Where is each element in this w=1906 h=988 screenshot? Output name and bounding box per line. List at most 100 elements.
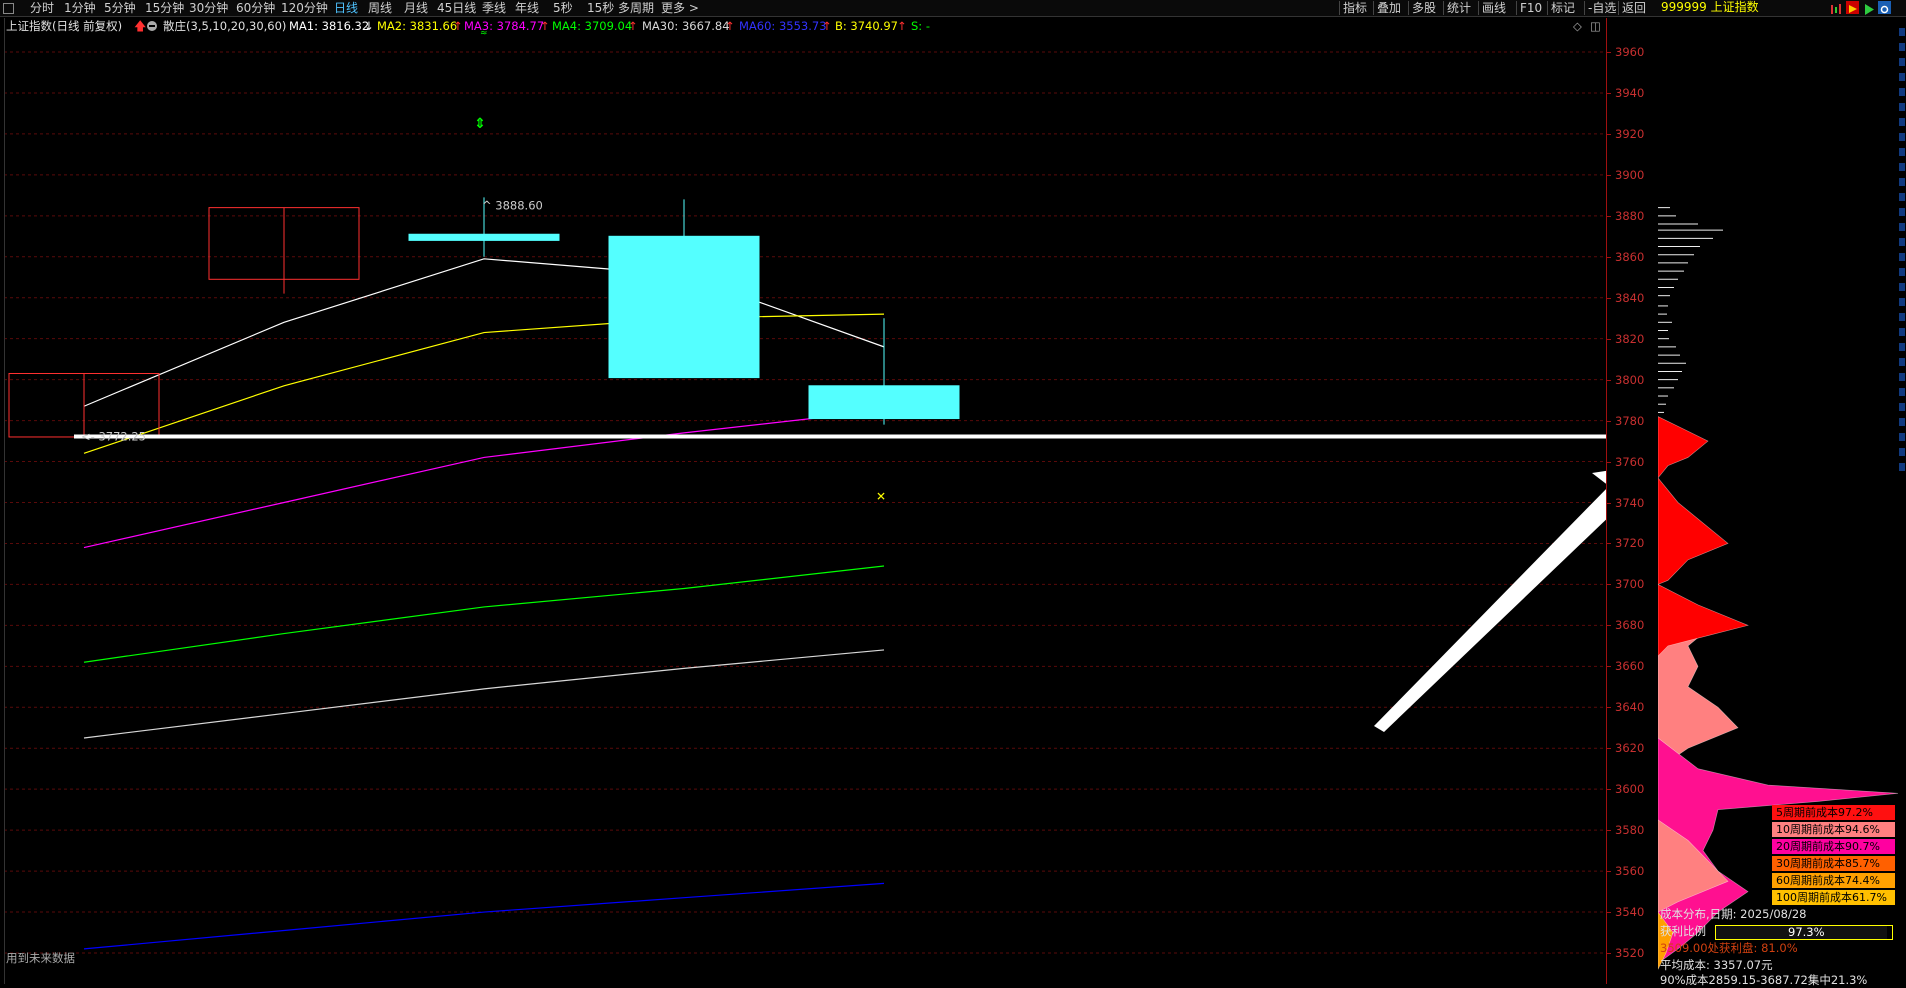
period-tab[interactable]: 季线	[482, 0, 506, 16]
ma-line-ma2	[83, 313, 885, 454]
profit-label: 获利比例	[1660, 924, 1706, 938]
price-tick-mark	[1607, 953, 1611, 954]
side-tool-icon	[1899, 88, 1905, 96]
cost-period-row: 10周期前成本94.6%	[1772, 822, 1895, 837]
price-tick-mark	[1607, 912, 1611, 914]
price-tick: 3920	[1615, 126, 1645, 141]
flag-icon[interactable]	[1846, 1, 1859, 14]
toolbar-button[interactable]: 叠加	[1377, 0, 1401, 16]
side-tool-icon	[1899, 58, 1905, 66]
price-tick-mark	[1607, 215, 1611, 217]
toolbar-button[interactable]: 统计	[1447, 0, 1471, 16]
signal-x-icon: ✕	[876, 489, 886, 503]
price-axis: 3960 3940 3920 3900 3880 3860 3840 3820 3800 3780…	[1606, 18, 1659, 984]
toolbar-button[interactable]: 标记	[1551, 0, 1575, 16]
period-tab[interactable]: 年线	[515, 0, 539, 16]
period-tab[interactable]: 30分钟	[189, 0, 228, 16]
play-icon[interactable]	[1862, 1, 1875, 15]
price-tick: 3800	[1615, 372, 1645, 387]
toolbar-button[interactable]: 返回	[1622, 0, 1646, 16]
period-tab[interactable]: 月线	[404, 0, 428, 16]
price-tick: 3700	[1615, 577, 1645, 592]
price-tick-mark	[1607, 461, 1611, 463]
period-tab[interactable]: 5分钟	[104, 0, 136, 16]
period-tab[interactable]: 120分钟	[281, 0, 328, 16]
price-tick: 3840	[1615, 290, 1645, 305]
price-tick-mark	[1607, 748, 1611, 750]
price-tick-mark	[1607, 174, 1611, 176]
price-tick-mark	[1607, 52, 1611, 53]
period-tab[interactable]: 60分钟	[236, 0, 275, 16]
period-tab[interactable]: 分时	[30, 0, 54, 16]
cost-period-row: 100周期前成本61.7%	[1772, 890, 1895, 905]
price-tick-mark	[1607, 543, 1611, 545]
price-tick: 3880	[1615, 208, 1645, 223]
profit-value: 97.3%	[1788, 925, 1825, 939]
toolbar-separator	[1339, 1, 1340, 15]
side-tool-icon	[1899, 238, 1905, 246]
price-tick-mark	[1607, 133, 1611, 135]
toolbar-separator	[1516, 1, 1517, 15]
toolbar-button[interactable]: 多股	[1412, 0, 1436, 16]
price-tick-mark	[1607, 256, 1611, 258]
toolbar-button[interactable]: F10	[1520, 0, 1542, 16]
price-tick-mark	[1607, 666, 1611, 668]
period-tab[interactable]: 更多 >	[661, 0, 699, 16]
period-tab[interactable]: 5秒	[553, 0, 573, 16]
toolbar-separator	[1547, 1, 1548, 15]
price-tick-mark	[1607, 625, 1611, 627]
side-tool-icon	[1899, 403, 1905, 411]
side-tool-icon	[1899, 298, 1905, 306]
price-tick-mark	[1607, 871, 1611, 873]
toolbar-button[interactable]: -自选	[1588, 0, 1616, 16]
period-tab[interactable]: 45日线	[437, 0, 476, 16]
price-tick-mark	[1607, 338, 1611, 340]
price-tick-mark	[1607, 707, 1611, 709]
dist-date: 成本分布,日期: 2025/08/28	[1660, 907, 1807, 921]
period-tab[interactable]: 周线	[368, 0, 392, 16]
price-tick-mark	[1607, 830, 1611, 832]
price-tick-mark	[1607, 502, 1611, 504]
price-tick: 3540	[1615, 905, 1645, 920]
period-toolbar: 分时 1分钟 5分钟 15分钟 30分钟 60分钟 120分钟 日线 周线 月线 45日线 季线 年线 5…	[0, 0, 1906, 17]
low-price-label: <- 3772.25	[81, 429, 146, 443]
price-tick-mark	[1607, 379, 1611, 381]
price-tick-mark	[1607, 92, 1611, 94]
settings-icon[interactable]	[1878, 1, 1891, 14]
ma-line-ma60	[83, 882, 885, 950]
side-tool-icon	[1899, 373, 1905, 381]
cost-period-row: 60周期前成本74.4%	[1772, 873, 1895, 888]
period-tab[interactable]: 15秒	[587, 0, 614, 16]
profit-at-price: 3509.00处获利盘: 81.0%	[1660, 941, 1798, 955]
side-tool-icon	[1899, 343, 1905, 351]
side-tool-icon	[1899, 73, 1905, 81]
annotation-arrow-icon	[1374, 463, 1659, 732]
side-tool-icon	[1899, 253, 1905, 261]
kline-chart[interactable]: ^ 3888.60 <- 3772.25 ⇕ ✕ ≈	[4, 18, 1804, 984]
toolbar-button[interactable]: 指标	[1343, 0, 1367, 16]
price-tick-mark	[1607, 584, 1611, 586]
price-tick: 3520	[1615, 946, 1645, 960]
price-tick-mark	[1607, 789, 1611, 791]
price-tick: 3640	[1615, 700, 1645, 715]
ma-line-ma3	[83, 409, 885, 549]
period-tab[interactable]: 日线	[334, 0, 358, 16]
toolbar-button[interactable]: 画线	[1482, 0, 1506, 16]
window-icon[interactable]	[3, 3, 14, 14]
period-tab[interactable]: 15分钟	[145, 0, 184, 16]
cost-range-90: 90%成本2859.15-3687.72集中21.3%	[1660, 973, 1868, 987]
cost-period-row: 5周期前成本97.2%	[1772, 805, 1895, 820]
price-tick: 3740	[1615, 495, 1645, 510]
price-tick-mark	[1607, 297, 1611, 299]
period-tab[interactable]: 1分钟	[64, 0, 96, 16]
ma-line-ma30	[83, 649, 885, 739]
cost-period-row: 20周期前成本90.7%	[1772, 839, 1895, 854]
price-tick: 3940	[1615, 85, 1645, 100]
signal-tick-icon: ≈	[480, 29, 488, 39]
price-tick: 3660	[1615, 659, 1645, 674]
toolbar-separator	[1478, 1, 1479, 15]
period-tab[interactable]: 多周期	[618, 0, 654, 16]
side-tool-icon	[1899, 118, 1905, 126]
candle-body	[608, 235, 760, 379]
chart-type-icon[interactable]	[1830, 1, 1843, 14]
